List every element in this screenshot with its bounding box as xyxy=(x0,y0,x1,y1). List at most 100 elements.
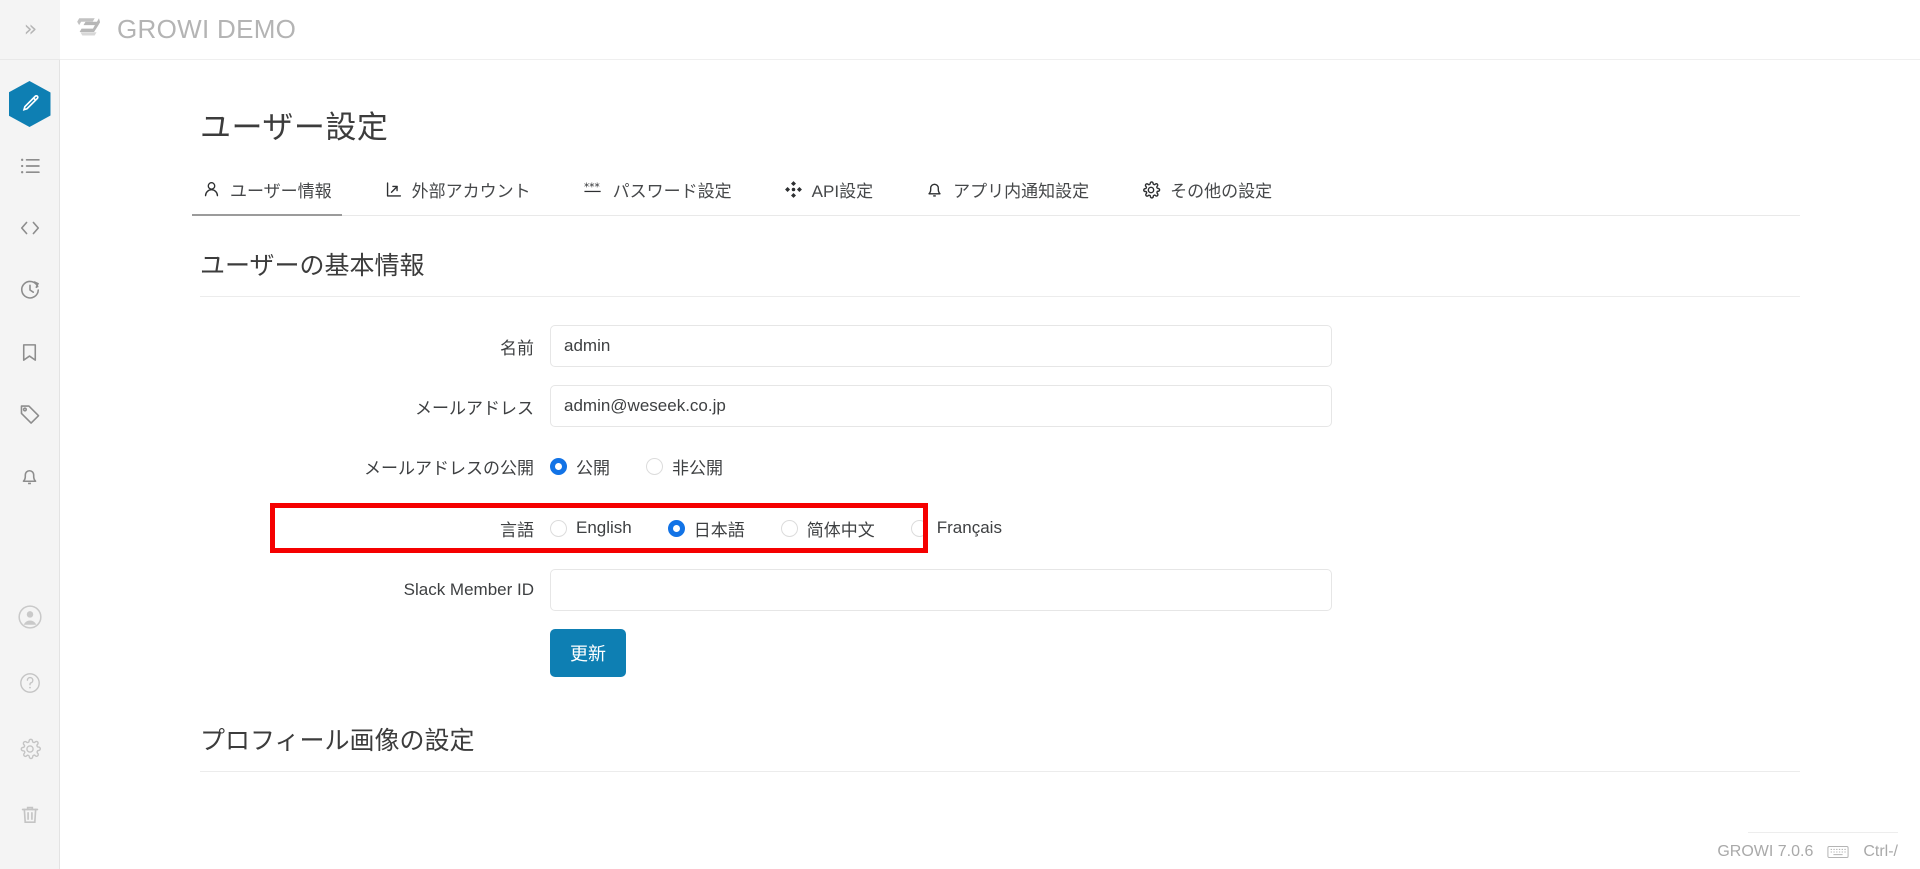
external-link-icon xyxy=(384,180,403,199)
name-label: 名前 xyxy=(500,338,534,358)
radio-selected-icon[interactable] xyxy=(667,519,685,537)
sidebar-item-recent-changes[interactable] xyxy=(8,268,52,312)
sidebar-item-notification[interactable] xyxy=(8,454,52,498)
api-icon xyxy=(784,180,803,199)
asterisk-icon: *** xyxy=(583,180,604,199)
brand-home-link[interactable]: GROWI DEMO xyxy=(74,12,296,48)
email-visibility-option-public[interactable]: 公開 xyxy=(550,454,610,479)
sidebar-item-editor[interactable] xyxy=(8,81,52,127)
email-input[interactable] xyxy=(550,385,1332,427)
editor-hex-badge xyxy=(8,81,51,127)
tab-in-app-notification[interactable]: アプリ内通知設定 xyxy=(923,173,1091,215)
language-option-zh-label: 简体中文 xyxy=(806,520,875,540)
email-label: メールアドレス xyxy=(415,398,534,418)
email-visibility-option-private[interactable]: 非公開 xyxy=(646,454,723,479)
email-visibility-option-public-label: 公開 xyxy=(576,458,610,478)
tab-user-info[interactable]: ユーザー情報 xyxy=(192,173,342,216)
language-option-en-label: English xyxy=(576,518,632,537)
language-label: 言語 xyxy=(500,520,534,540)
top-bar: GROWI DEMO xyxy=(60,0,1920,60)
tab-user-info-label: ユーザー情報 xyxy=(230,182,332,201)
pencil-icon xyxy=(20,94,40,114)
section-divider-2 xyxy=(200,771,1800,772)
form-row-slack-member-id: Slack Member ID xyxy=(200,569,1800,611)
sidebar-item-custom-sidebar[interactable] xyxy=(8,206,52,250)
language-option-zh[interactable]: 简体中文 xyxy=(780,516,875,541)
person-icon xyxy=(202,180,221,199)
page-content: ユーザー設定 ユーザー情報 外部アカウント *** パスワード設定 API設定 … xyxy=(60,60,1920,772)
bell-icon xyxy=(19,466,40,487)
email-visibility-label: メールアドレスの公開 xyxy=(364,458,534,478)
person-circle-icon xyxy=(17,604,43,630)
form-row-submit: 更新 xyxy=(200,629,1800,677)
section-divider xyxy=(200,296,1800,297)
tab-other-settings-label: その他の設定 xyxy=(1170,182,1273,201)
list-icon xyxy=(19,155,41,177)
rail-collapse-button[interactable]: » xyxy=(0,0,60,60)
chevron-double-right-icon[interactable]: » xyxy=(24,18,38,41)
email-visibility-option-private-label: 非公開 xyxy=(672,458,723,478)
update-button[interactable]: 更新 xyxy=(550,629,626,677)
rail-primary-items xyxy=(8,60,52,516)
sidebar-item-tags[interactable] xyxy=(8,392,52,436)
question-circle-icon xyxy=(18,671,42,695)
language-option-ja[interactable]: 日本語 xyxy=(667,516,745,541)
brand-name: GROWI DEMO xyxy=(117,14,297,44)
bell-icon xyxy=(925,180,944,199)
code-icon xyxy=(19,217,41,239)
form-row-email-visibility: メールアドレスの公開 公開 非公開 xyxy=(200,445,1800,487)
sidebar-item-admin[interactable] xyxy=(8,727,52,771)
section-title-profile-image: プロフィール画像の設定 xyxy=(200,727,475,755)
tab-in-app-notification-label: アプリ内通知設定 xyxy=(953,182,1090,201)
trash-icon xyxy=(19,804,41,826)
app-root: » GROWI DEMO ユーザー設定 ユーザー情報 外部アカウント *** パ… xyxy=(0,0,1920,869)
form-row-email: メールアドレス xyxy=(200,385,1800,427)
language-option-en[interactable]: English xyxy=(550,518,632,538)
language-option-ja-label: 日本語 xyxy=(693,520,745,540)
rail-bottom-items xyxy=(0,595,60,869)
language-option-fr-label: Français xyxy=(936,518,1002,537)
clock-history-icon xyxy=(19,279,41,301)
name-input[interactable] xyxy=(550,325,1332,367)
gear-icon xyxy=(1141,180,1161,200)
tab-api-label: API設定 xyxy=(811,182,874,201)
form-row-name: 名前 xyxy=(200,325,1800,367)
slack-member-id-input[interactable] xyxy=(550,569,1332,611)
sidebar-item-trash[interactable] xyxy=(8,793,52,837)
footer: GROWI 7.0.6 Ctrl-/ xyxy=(1717,843,1898,861)
bookmark-icon xyxy=(19,342,40,363)
settings-tabs: ユーザー情報 外部アカウント *** パスワード設定 API設定 アプリ内通知設… xyxy=(192,173,1800,216)
tab-password[interactable]: *** パスワード設定 xyxy=(581,173,734,215)
sidebar-item-account[interactable] xyxy=(8,595,52,639)
tab-password-label: パスワード設定 xyxy=(612,182,732,201)
content-inner: ユーザー設定 ユーザー情報 外部アカウント *** パスワード設定 API設定 … xyxy=(192,60,1800,772)
radio-selected-icon[interactable] xyxy=(550,457,567,475)
left-rail: » xyxy=(0,0,60,869)
slack-member-id-label: Slack Member ID xyxy=(403,580,534,599)
tab-api[interactable]: API設定 xyxy=(782,173,875,215)
user-basic-info-form: 名前 メールアドレス メールアドレスの公開 xyxy=(200,325,1800,677)
growi-logo-icon xyxy=(74,12,105,48)
radio-unselected-icon[interactable] xyxy=(780,519,798,537)
language-radio-group: English 日本語 简体中文 Français xyxy=(550,516,1038,541)
radio-unselected-icon[interactable] xyxy=(646,457,663,475)
radio-unselected-icon[interactable] xyxy=(910,519,928,537)
app-version: GROWI 7.0.6 xyxy=(1717,843,1814,860)
keyboard-shortcut: Ctrl-/ xyxy=(1863,843,1898,860)
sidebar-item-pagetree[interactable] xyxy=(8,144,52,188)
submit-spacer xyxy=(200,629,550,677)
page-title: ユーザー設定 xyxy=(200,110,389,145)
sidebar-item-help[interactable] xyxy=(8,661,52,705)
radio-unselected-icon[interactable] xyxy=(550,519,567,537)
gear-icon xyxy=(18,737,42,761)
sidebar-item-bookmarks[interactable] xyxy=(8,330,52,374)
keyboard-icon[interactable] xyxy=(1827,844,1849,860)
tag-icon xyxy=(19,403,41,425)
footer-divider xyxy=(1748,832,1898,833)
tab-external-account[interactable]: 外部アカウント xyxy=(382,173,533,215)
tab-external-account-label: 外部アカウント xyxy=(411,182,531,201)
main-area: GROWI DEMO ユーザー設定 ユーザー情報 外部アカウント *** パスワ… xyxy=(60,0,1920,869)
tab-other-settings[interactable]: その他の設定 xyxy=(1139,173,1274,215)
section-title-basic-info: ユーザーの基本情報 xyxy=(200,252,425,280)
language-option-fr[interactable]: Français xyxy=(910,518,1002,538)
